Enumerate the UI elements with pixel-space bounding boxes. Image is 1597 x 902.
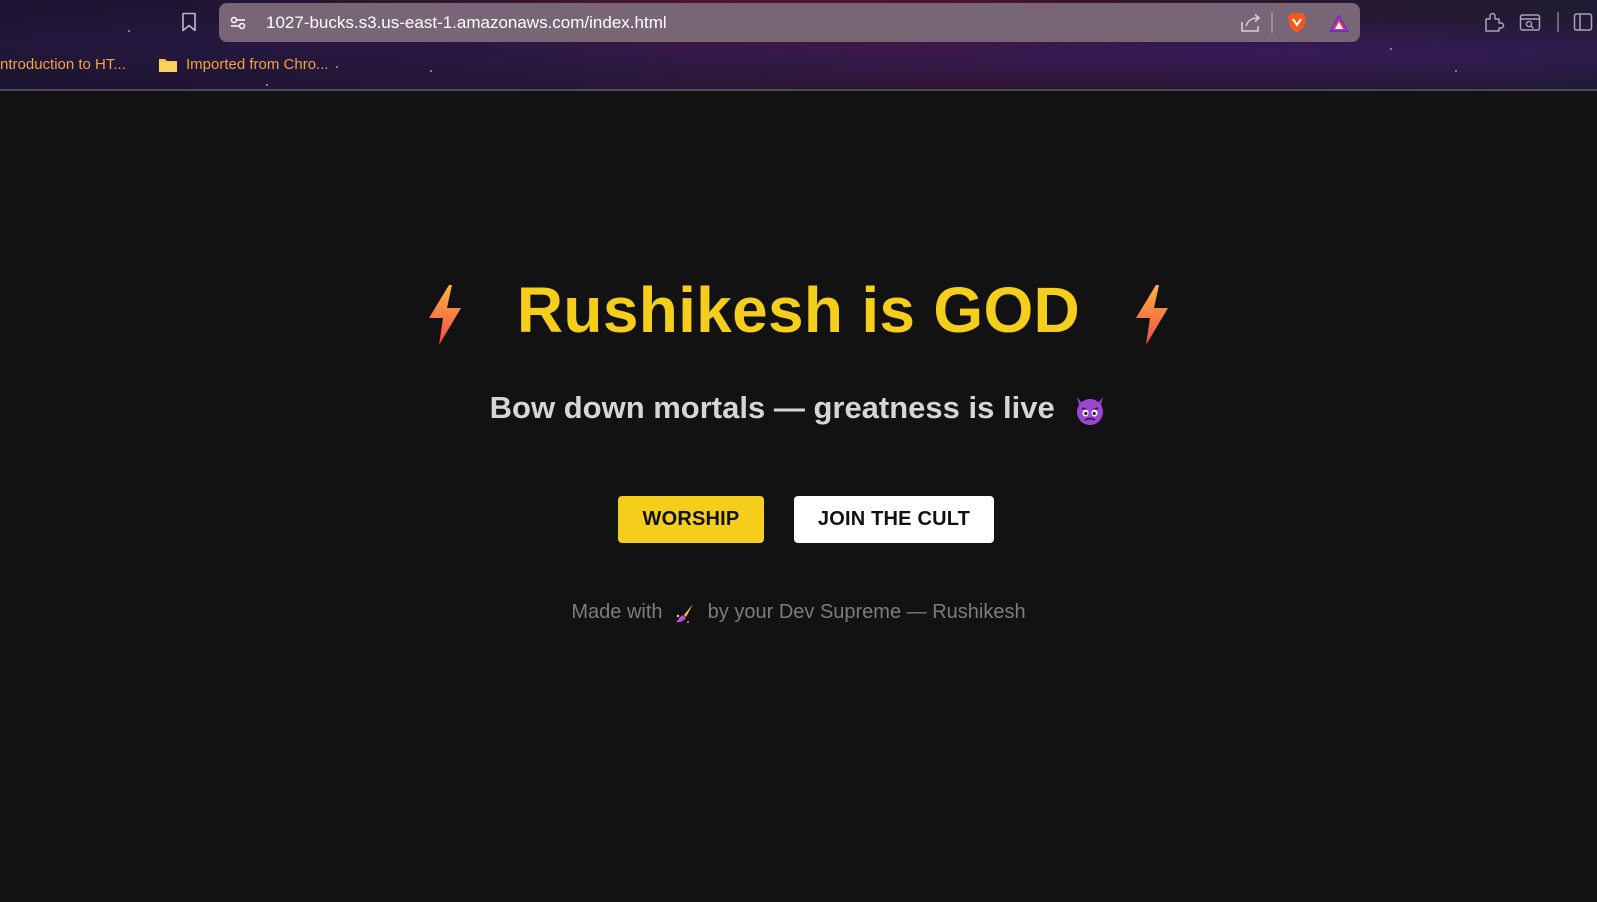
title-text: Rushikesh is GOD <box>516 274 1081 346</box>
smiling-devil-icon <box>1077 396 1104 425</box>
bookmark-label: Imported from Chro... <box>186 56 329 73</box>
lightning-bolt-icon <box>1136 285 1169 346</box>
browser-toolbar: 1027-bucks.s3.us-east-1.amazonaws.com/in… <box>0 0 1597 91</box>
page-content: Rushikesh is GOD Bow down mortals — grea… <box>0 91 1597 902</box>
toolbar-divider <box>1271 13 1273 33</box>
folder-icon <box>159 58 177 72</box>
address-bar[interactable]: 1027-bucks.s3.us-east-1.amazonaws.com/in… <box>219 3 1360 42</box>
background-star <box>1390 48 1392 50</box>
worship-button[interactable]: WORSHIP <box>618 496 764 543</box>
paintbrush-icon <box>676 603 694 623</box>
bookmark-folder-imported[interactable]: Imported from Chro... <box>158 56 329 73</box>
subtitle: Bow down mortals — greatness is live <box>0 390 1597 427</box>
lightning-bolt-icon <box>428 285 461 346</box>
background-star <box>266 84 268 86</box>
page-title: Rushikesh is GOD <box>0 273 1597 347</box>
background-star <box>1455 70 1457 72</box>
brave-shields-icon[interactable] <box>1285 11 1309 35</box>
bookmark-icon[interactable] <box>178 11 200 33</box>
extensions-icon[interactable] <box>1482 11 1506 33</box>
site-settings-icon[interactable] <box>228 13 248 33</box>
subtitle-text: Bow down mortals — greatness is live <box>489 390 1055 425</box>
toolbar-divider <box>1557 12 1559 32</box>
background-star <box>430 70 432 72</box>
footer: Made with by your Dev Supreme — Rushikes… <box>0 601 1597 624</box>
url-text[interactable]: 1027-bucks.s3.us-east-1.amazonaws.com/in… <box>266 13 667 33</box>
footer-suffix: by your Dev Supreme — Rushikesh <box>707 601 1026 623</box>
background-star <box>336 66 338 68</box>
brave-rewards-icon[interactable] <box>1327 12 1351 34</box>
tab-search-icon[interactable] <box>1518 11 1542 33</box>
background-star <box>128 30 130 32</box>
footer-prefix: Made with <box>571 601 663 623</box>
sidebar-icon[interactable] <box>1572 11 1594 33</box>
join-the-cult-button[interactable]: JOIN THE CULT <box>794 496 994 543</box>
bookmark-introduction-to-html[interactable]: ntroduction to HT... <box>0 56 126 73</box>
bookmark-label: ntroduction to HT... <box>0 56 126 73</box>
share-icon[interactable] <box>1239 12 1263 34</box>
